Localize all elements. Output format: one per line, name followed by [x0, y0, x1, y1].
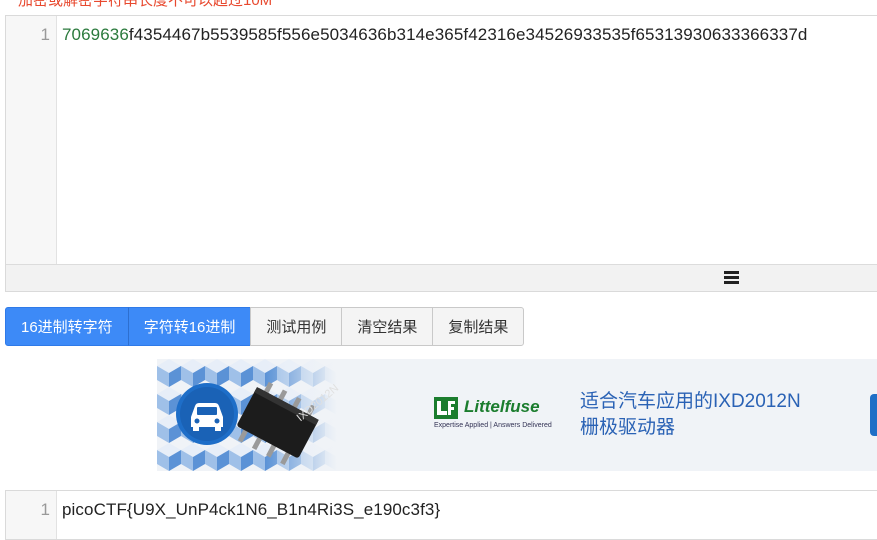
- ad-headline: 适合汽车应用的IXD2012N 栅极驱动器: [580, 389, 801, 441]
- hex-to-string-button[interactable]: 16进制转字符: [5, 307, 129, 346]
- hex-highlighted-prefix: 7069636: [62, 25, 129, 44]
- editor-gutter: 1: [6, 16, 57, 265]
- copy-result-button[interactable]: 复制结果: [432, 307, 525, 346]
- brand-name: Littelfuse: [464, 397, 540, 416]
- ad-banner[interactable]: IXD2012N Littelfuse Expertise Applied | …: [157, 359, 877, 471]
- line-number: 1: [40, 500, 50, 519]
- ad-next-arrow[interactable]: [870, 394, 877, 436]
- hex-input-line[interactable]: 7069636f4354467b5539585f556e5034636b314e…: [62, 25, 807, 45]
- brand-tagline: Expertise Applied | Answers Delivered: [434, 422, 552, 429]
- result-output-line[interactable]: picoCTF{U9X_UnP4ck1N6_B1n4Ri3S_e190c3f3}: [62, 500, 440, 520]
- clear-result-button[interactable]: 清空结果: [341, 307, 434, 346]
- editor-statusbar: [6, 264, 877, 291]
- editor-gutter: 1: [6, 491, 57, 539]
- string-to-hex-button[interactable]: 字符转16进制: [127, 307, 252, 346]
- hex-input-content: f4354467b5539585f556e5034636b314e365f423…: [128, 25, 808, 44]
- test-case-button[interactable]: 测试用例: [250, 307, 343, 346]
- menu-icon[interactable]: [724, 271, 739, 284]
- hex-input-editor[interactable]: 1 7069636f4354467b5539585f556e5034636b31…: [5, 15, 877, 292]
- car-icon: [176, 383, 238, 445]
- line-number: 1: [40, 25, 50, 44]
- action-button-group: 16进制转字符 字符转16进制 测试用例 清空结果 复制结果: [5, 307, 525, 346]
- littelfuse-logo-icon: [434, 397, 458, 419]
- result-output-editor[interactable]: 1 picoCTF{U9X_UnP4ck1N6_B1n4Ri3S_e190c3f…: [5, 490, 877, 540]
- ad-headline-line1: 适合汽车应用的IXD2012N: [580, 391, 801, 412]
- littelfuse-brand: Littelfuse Expertise Applied | Answers D…: [434, 397, 552, 429]
- ad-headline-line2: 栅极驱动器: [580, 417, 676, 438]
- length-warning-note: 加密或解密字符串长度不可以超过10M: [18, 0, 273, 9]
